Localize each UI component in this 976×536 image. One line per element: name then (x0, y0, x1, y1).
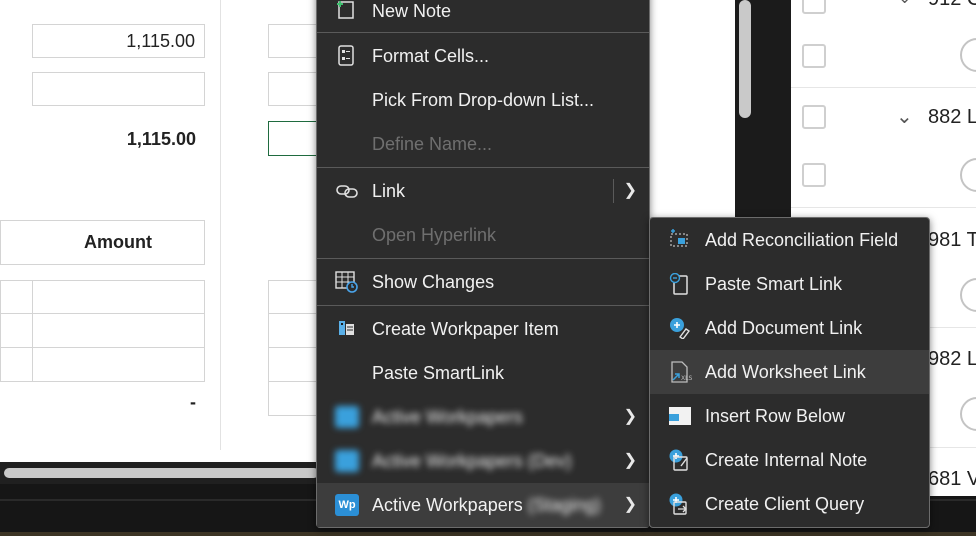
menu-item-show-changes[interactable]: Show Changes (317, 260, 649, 304)
new-note-icon (335, 0, 359, 22)
menu-item-label: Paste SmartLink (372, 363, 505, 383)
menu-item-active-workpapers-staging[interactable]: Wp Active Workpapers (Staging) ❯ (317, 483, 649, 527)
active-workpapers-icon (335, 406, 359, 428)
client-query-icon (668, 493, 692, 515)
menu-item-label: Link (372, 181, 406, 201)
menu-item-label-suffix: (Staging) (527, 495, 601, 515)
menu-item-label: Active Workpapers (Dev) (372, 451, 572, 471)
cell-value-text: 1,115.00 (126, 30, 195, 51)
dash-value: - (190, 392, 196, 412)
active-workpapers-icon (335, 450, 359, 472)
submenu-item-create-internal-note[interactable]: Create Internal Note (650, 438, 929, 482)
chevron-right-icon: ❯ (623, 496, 637, 513)
chevron-right-icon: ❯ (623, 408, 637, 425)
row-checkbox[interactable] (802, 163, 826, 187)
menu-item-label: Define Name... (372, 134, 493, 154)
cell-empty[interactable] (32, 72, 205, 106)
chevron-down-icon[interactable]: ⌄ (896, 104, 913, 129)
workpaper-item-icon (335, 318, 359, 340)
menu-item-pick-from-list[interactable]: Pick From Drop-down List... (317, 78, 649, 122)
cell-empty[interactable] (32, 280, 205, 314)
submenu-item-create-client-query[interactable]: Create Client Query (650, 482, 929, 526)
menu-item-label: Create Client Query (705, 494, 865, 514)
submenu: Add Reconciliation Field Paste Smart Lin… (649, 217, 930, 528)
cell-empty[interactable] (0, 313, 33, 348)
insert-row-icon (668, 405, 692, 427)
menu-item-label: Show Changes (372, 272, 495, 292)
chevron-down-icon[interactable]: ⌄ (898, 0, 911, 8)
format-cells-icon (335, 45, 359, 67)
menu-item-label: Create Workpaper Item (372, 319, 559, 339)
submenu-item-paste-smart-link[interactable]: Paste Smart Link (650, 262, 929, 306)
menu-item-label: Open Hyperlink (372, 225, 497, 245)
submenu-item-add-reconciliation-field[interactable]: Add Reconciliation Field (650, 218, 929, 262)
vertical-scroll-thumb[interactable] (739, 0, 751, 118)
reconciliation-field-icon (668, 229, 692, 251)
menu-item-label: Active Workpapers (Staging) (372, 483, 601, 527)
wp-logo-icon: Wp (335, 494, 359, 516)
menu-item-active-workpapers[interactable]: Active Workpapers ❯ (317, 395, 649, 439)
row-checkbox[interactable] (802, 44, 826, 68)
menu-item-label: New Note (372, 1, 452, 21)
menu-item-label: Add Document Link (705, 318, 863, 338)
show-changes-icon (335, 271, 359, 293)
cell-empty[interactable] (0, 347, 33, 382)
chevron-right-icon: ❯ (623, 452, 637, 469)
menu-item-define-name: Define Name... (317, 122, 649, 166)
menu-item-label: Format Cells... (372, 46, 490, 66)
submenu-item-insert-row-below[interactable]: Insert Row Below (650, 394, 929, 438)
row-checkbox[interactable] (802, 105, 826, 129)
menu-item-label: Paste Smart Link (705, 274, 843, 294)
list-item-label: 681 V (928, 468, 976, 490)
list-item-label: 982 L (928, 348, 976, 370)
cell-empty[interactable] (32, 313, 205, 348)
menu-item-label: Pick From Drop-down List... (372, 90, 595, 110)
cell-value[interactable]: 1,115.00 (32, 24, 205, 58)
menu-item-create-workpaper-item[interactable]: Create Workpaper Item (317, 307, 649, 351)
column-header-cell[interactable]: Amount (0, 220, 205, 265)
menu-item-label: Add Worksheet Link (705, 362, 866, 382)
cell-empty[interactable] (32, 347, 205, 382)
menu-item-paste-smartlink[interactable]: Paste SmartLink (317, 351, 649, 395)
svg-text:XLS: XLS (681, 375, 692, 382)
menu-item-label: Active Workpapers (372, 407, 523, 427)
link-icon (335, 180, 359, 202)
menu-item-label: Create Internal Note (705, 450, 868, 470)
context-menu: New Note Format Cells... Pick From Drop-… (316, 0, 650, 528)
menu-item-format-cells[interactable]: Format Cells... (317, 34, 649, 78)
list-item-label: 981 T (928, 229, 976, 251)
horizontal-scroll-thumb[interactable] (4, 468, 319, 478)
menu-item-active-workpapers-dev[interactable]: Active Workpapers (Dev) ❯ (317, 439, 649, 483)
chevron-right-icon: ❯ (623, 182, 637, 199)
total-value: 1,115.00 (126, 129, 196, 149)
amount-header: Amount (84, 232, 152, 252)
row-checkbox[interactable] (802, 0, 826, 14)
submenu-item-add-worksheet-link[interactable]: XLS Add Worksheet Link (650, 350, 929, 394)
submenu-item-add-document-link[interactable]: Add Document Link (650, 306, 929, 350)
document-link-icon (668, 317, 692, 340)
menu-item-open-hyperlink: Open Hyperlink (317, 213, 649, 257)
list-item-label: 882 L (928, 106, 976, 128)
list-item-label: 912 C (928, 0, 976, 11)
cell-empty[interactable] (0, 280, 33, 314)
menu-item-label: Insert Row Below (705, 406, 846, 426)
paste-smart-link-icon (668, 272, 692, 295)
menu-item-link[interactable]: Link ❯ (317, 169, 649, 213)
menu-item-new-note[interactable]: New Note (317, 0, 649, 33)
internal-note-icon (668, 449, 692, 471)
menu-item-label-text: Active Workpapers (372, 495, 523, 515)
worksheet-link-icon: XLS (668, 361, 692, 383)
column-divider (220, 0, 221, 450)
menu-item-label: Add Reconciliation Field (705, 230, 899, 250)
